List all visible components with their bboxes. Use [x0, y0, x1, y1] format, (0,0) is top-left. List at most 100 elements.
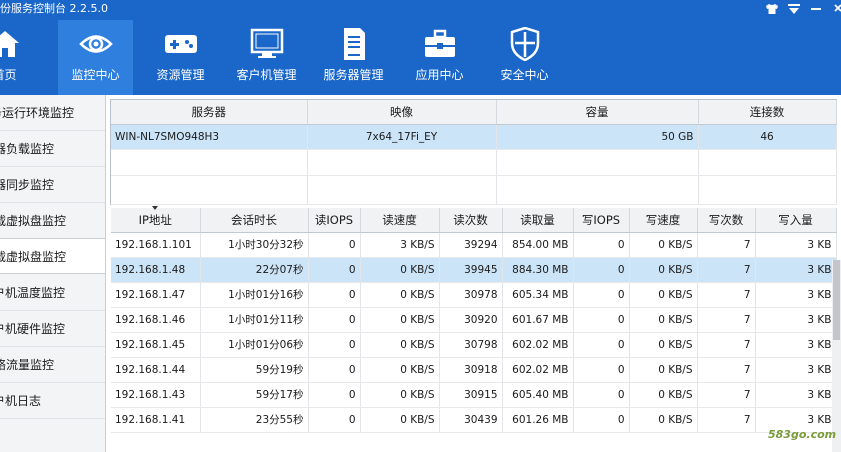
column-header-write-count[interactable]: 写次数 — [697, 208, 756, 233]
column-header-connections[interactable]: 连接数 — [698, 100, 837, 125]
nav-app-center-label: 应用中心 — [415, 68, 464, 82]
sidebar-item-server-load[interactable]: 器负载监控 — [0, 131, 105, 167]
write-amount-cell: 3 KB — [755, 357, 837, 383]
vertical-scrollbar[interactable] — [832, 260, 841, 452]
sidebar-item-label: 器负载监控 — [0, 142, 55, 156]
read-count-cell: 39945 — [439, 257, 503, 283]
column-header-read-speed[interactable]: 读速度 — [360, 208, 440, 233]
session-row[interactable]: 192.168.1.44 59分19秒 0 0 KB/S 30918 602.02 MB 0… — [111, 357, 837, 383]
sidebar-item-server-sync[interactable]: 器同步监控 — [0, 167, 105, 203]
sidebar-item-virtual-disk-2[interactable]: 载虚拟盘监控 — [0, 238, 105, 274]
write-count-cell: 7 — [697, 357, 756, 383]
write-iops-cell: 0 — [573, 382, 630, 408]
monitor-icon — [250, 28, 284, 60]
sidebar-item-label: 务运行环境监控 — [0, 106, 75, 120]
toolbox-icon — [423, 28, 457, 60]
session-duration-cell: 22分07秒 — [200, 257, 309, 283]
read-iops-cell: 0 — [308, 382, 361, 408]
column-header-write-speed[interactable]: 写速度 — [629, 208, 698, 233]
read-amount-cell: 602.02 MB — [502, 357, 574, 383]
read-speed-cell: 0 KB/S — [360, 382, 440, 408]
write-amount-cell: 3 KB — [755, 257, 837, 283]
read-speed-cell: 0 KB/S — [360, 357, 440, 383]
sidebar-item-label: 器同步监控 — [0, 178, 55, 192]
column-header-ip[interactable]: IP地址 — [111, 208, 201, 233]
session-row[interactable]: 192.168.1.43 59分17秒 0 0 KB/S 30915 605.40 MB 0… — [111, 382, 837, 408]
sidebar-item-network-traffic[interactable]: 络流量监控 — [0, 347, 105, 383]
column-header-read-amount[interactable]: 读取量 — [502, 208, 574, 233]
watermark: 583go.com — [768, 428, 837, 441]
menu-icon[interactable] — [783, 0, 805, 18]
nav-security-center-label: 安全中心 — [500, 68, 549, 82]
column-header-read-iops[interactable]: 读IOPS — [308, 208, 361, 233]
nav-security-center[interactable]: 安全中心 — [487, 20, 562, 95]
column-header-session-duration[interactable]: 会话时长 — [200, 208, 309, 233]
session-duration-cell: 59分19秒 — [200, 357, 309, 383]
nav-app-center[interactable]: 应用中心 — [402, 20, 477, 95]
nav-server-management-label: 服务器管理 — [323, 68, 384, 82]
column-header-server[interactable]: 服务器 — [111, 100, 308, 125]
server-row[interactable]: WIN-NL7SMO948H3 7x64_17Fi_EY 50 GB 46 — [111, 124, 837, 150]
server-empty-row — [111, 175, 837, 205]
nav-client-management[interactable]: 客户机管理 — [229, 20, 304, 95]
read-amount-cell: 884.30 MB — [502, 257, 574, 283]
scrollbar-thumb[interactable] — [833, 260, 840, 340]
sidebar-item-client-hardware[interactable]: 户机硬件监控 — [0, 311, 105, 347]
sidebar-item-label: 户机硬件监控 — [0, 322, 66, 336]
write-amount-cell: 3 KB — [755, 382, 837, 408]
sidebar-item-label: 载虚拟盘监控 — [0, 250, 67, 264]
nav-home[interactable]: 首页 — [0, 20, 42, 95]
close-icon[interactable] — [827, 0, 841, 18]
server-table: 服务器 映像 容量 连接数 WIN-NL7SMO948H3 7x64_17Fi_… — [111, 100, 837, 205]
session-row[interactable]: 192.168.1.41 23分55秒 0 0 KB/S 30439 601.26 MB 0… — [111, 407, 837, 433]
sidebar-item-client-log[interactable]: 户机日志 — [0, 383, 105, 419]
read-amount-cell: 601.67 MB — [502, 307, 574, 333]
ip-cell: 192.168.1.43 — [111, 382, 201, 408]
sidebar-item-label: 载虚拟盘监控 — [0, 214, 67, 228]
write-iops-cell: 0 — [573, 332, 630, 358]
session-row[interactable]: 192.168.1.48 22分07秒 0 0 KB/S 39945 884.30 MB 0… — [111, 257, 837, 283]
minimize-icon[interactable] — [805, 0, 827, 18]
write-speed-cell: 0 KB/S — [629, 357, 698, 383]
nav-home-label: 首页 — [0, 68, 17, 82]
sidebar-item-virtual-disk-1[interactable]: 载虚拟盘监控 — [0, 203, 105, 239]
write-speed-cell: 0 KB/S — [629, 307, 698, 333]
column-header-write-iops[interactable]: 写IOPS — [573, 208, 630, 233]
read-speed-cell: 3 KB/S — [360, 232, 440, 258]
sidebar-item-runtime-env[interactable]: 务运行环境监控 — [0, 95, 105, 131]
skin-icon[interactable] — [761, 0, 783, 18]
nav-server-management[interactable]: 服务器管理 — [316, 20, 391, 95]
column-header-capacity[interactable]: 容量 — [496, 100, 699, 125]
session-row[interactable]: 192.168.1.45 1小时01分06秒 0 0 KB/S 30798 602.02 … — [111, 332, 837, 358]
session-row[interactable]: 192.168.1.46 1小时01分11秒 0 0 KB/S 30920 601.67 … — [111, 307, 837, 333]
server-connections-cell: 46 — [698, 124, 837, 150]
read-count-cell: 30978 — [439, 282, 503, 308]
read-speed-cell: 0 KB/S — [360, 407, 440, 433]
session-table: IP地址 会话时长 读IOPS 读速度 读次数 读取量 写IOPS 写速度 写次… — [111, 208, 837, 433]
read-count-cell: 30920 — [439, 307, 503, 333]
sort-desc-icon — [152, 206, 158, 210]
session-row[interactable]: 192.168.1.47 1小时01分16秒 0 0 KB/S 30978 605.34 … — [111, 282, 837, 308]
column-header-write-amount[interactable]: 写入量 — [755, 208, 837, 233]
read-iops-cell: 0 — [308, 257, 361, 283]
write-iops-cell: 0 — [573, 307, 630, 333]
write-speed-cell: 0 KB/S — [629, 257, 698, 283]
session-row[interactable]: 192.168.1.101 1小时30分32秒 0 3 KB/S 39294 854.00… — [111, 232, 837, 258]
write-iops-cell: 0 — [573, 257, 630, 283]
column-header-image[interactable]: 映像 — [307, 100, 497, 125]
home-icon — [0, 28, 22, 60]
read-iops-cell: 0 — [308, 357, 361, 383]
session-duration-cell: 1小时01分16秒 — [200, 282, 309, 308]
server-image-cell: 7x64_17Fi_EY — [307, 124, 497, 150]
write-amount-cell: 3 KB — [755, 282, 837, 308]
read-iops-cell: 0 — [308, 407, 361, 433]
shield-icon — [508, 27, 542, 61]
sidebar-item-client-temperature[interactable]: 户机温度监控 — [0, 275, 105, 311]
nav-monitor-center[interactable]: 监控中心 — [58, 20, 133, 95]
read-amount-cell: 602.02 MB — [502, 332, 574, 358]
read-amount-cell: 854.00 MB — [502, 232, 574, 258]
write-iops-cell: 0 — [573, 357, 630, 383]
nav-resource-management[interactable]: 资源管理 — [143, 20, 218, 95]
column-header-read-count[interactable]: 读次数 — [439, 208, 503, 233]
nav-monitor-center-label: 监控中心 — [71, 68, 120, 82]
